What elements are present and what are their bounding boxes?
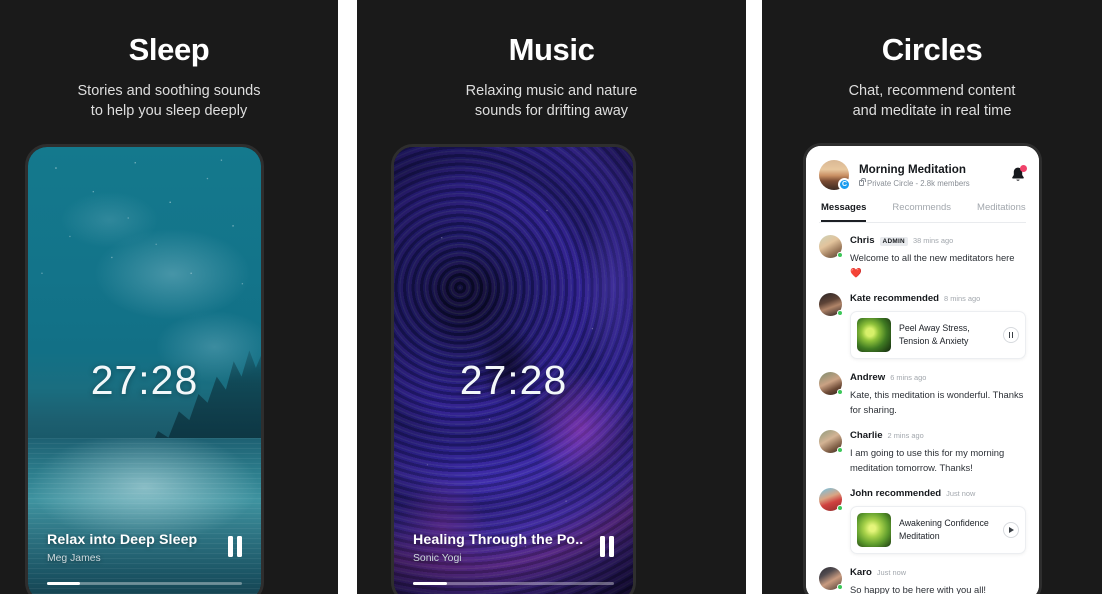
pause-icon[interactable] [228,535,242,557]
message-list[interactable]: Chris ADMIN 38 mins ago Welcome to all t… [806,223,1039,594]
progress-fill [413,581,448,585]
heart-icon: ❤️ [850,267,862,278]
panel-subtitle-sleep: Stories and soothing sounds to help you … [0,81,338,121]
tab-messages[interactable]: Messages [821,202,867,222]
list-item: John recommended Just now Awakening Conf… [819,488,1026,554]
list-item: Karo Just now So happy to be here with y… [819,567,1026,594]
phone-mockup-circles: C Morning Meditation Private Circle - 2.… [803,143,1042,594]
message-timestamp: 38 mins ago [912,236,954,245]
panel-title-circles: Circles [881,32,983,67]
avatar[interactable] [819,488,843,511]
circle-meta-text: Private Circle - 2.8k members [867,178,970,188]
lock-icon [859,178,866,186]
session-timer-music: 27:28 [459,357,568,403]
message-author: Karo [850,567,872,578]
message-author: Andrew [850,372,886,383]
panel-title-music: Music [508,32,595,67]
panel-sleep: Sleep Stories and soothing sounds to hel… [0,0,338,594]
panel-subtitle-circles: Chat, recommend content and meditate in … [762,81,1102,121]
pause-icon[interactable] [600,535,614,557]
message-text: So happy to be here with you all! [850,584,987,594]
message-timestamp: 8 mins ago [944,294,981,303]
recommendation-card[interactable]: Peel Away Stress, Tension & Anxiety [850,311,1026,359]
panel-divider-1 [338,0,357,594]
player-bar-sleep: Relax into Deep Sleep Meg James [28,532,261,594]
notification-dot [1020,165,1027,172]
subtitle-line-1: Stories and soothing sounds [77,83,261,99]
panel-title-sleep: Sleep [128,32,210,67]
meditation-title: Awakening Confidence Meditation [899,518,989,541]
track-title-music: Healing Through the Po.. [413,531,584,548]
list-item: Andrew 6 mins ago Kate, this meditation … [819,372,1026,417]
circle-tabs: Messages Recommends Meditations [819,202,1026,223]
online-indicator [837,447,843,453]
meditation-title: Peel Away Stress, Tension & Anxiety [899,323,970,346]
subtitle-line-1: Relaxing music and nature [465,83,638,99]
subtitle-line-2: to help you sleep deeply [90,103,248,119]
online-indicator [837,584,843,590]
message-timestamp: Just now [876,568,907,577]
message-text: Welcome to all the new meditators here ❤… [850,250,1026,280]
panel-subtitle-music: Relaxing music and nature sounds for dri… [357,81,746,121]
progress-bar-sleep[interactable] [47,581,242,585]
progress-bar-music[interactable] [413,581,614,585]
phone-mockup-sleep: 27:28 Relax into Deep Sleep Meg James [25,144,264,594]
list-item: Chris ADMIN 38 mins ago Welcome to all t… [819,235,1026,280]
status-badge: ADMIN [879,237,908,246]
message-text: I am going to use this for my morning me… [850,447,1005,473]
phone-screen-music: 27:28 Healing Through the Po.. Sonic Yog… [394,147,633,594]
player-bar-music: Healing Through the Po.. Sonic Yogi [394,532,633,594]
meditation-thumbnail [857,513,891,547]
message-timestamp: Just now [946,489,976,498]
subtitle-line-2: sounds for drifting away [474,103,629,119]
circles-app-screen: C Morning Meditation Private Circle - 2.… [806,146,1039,594]
panel-circles: Circles Chat, recommend content and medi… [762,0,1102,594]
track-artist-sleep: Meg James [47,552,101,564]
circle-name: Morning Meditation [859,162,966,176]
online-indicator [837,252,843,258]
meditation-thumbnail [857,318,891,352]
panel-divider-2 [746,0,762,594]
online-indicator [837,505,843,511]
subtitle-line-1: Chat, recommend content [848,83,1016,99]
avatar[interactable] [819,430,843,453]
avatar[interactable] [819,567,843,590]
panel-music: Music Relaxing music and nature sounds f… [357,0,746,594]
tab-meditations[interactable]: Meditations [977,202,1026,222]
message-timestamp: 2 mins ago [887,431,924,440]
avatar[interactable] [819,235,843,258]
online-indicator [837,310,843,316]
app-store-screenshot-strip: Sleep Stories and soothing sounds to hel… [0,0,1102,594]
list-item: Charlie 2 mins ago I am going to use thi… [819,430,1026,475]
avatar[interactable] [819,293,843,316]
avatar[interactable] [819,372,843,395]
phone-screen-sleep: 27:28 Relax into Deep Sleep Meg James [28,147,261,594]
message-timestamp: 6 mins ago [890,373,927,382]
subtitle-line-2: and meditate in real time [852,103,1012,119]
circle-header: C Morning Meditation Private Circle - 2.… [806,146,1039,223]
message-author: John recommended [850,488,942,499]
recommendation-card[interactable]: Awakening Confidence Meditation [850,506,1026,554]
circle-badge: C [838,178,851,191]
message-author: Kate recommended [850,293,940,304]
tab-recommends[interactable]: Recommends [892,202,951,222]
progress-fill [47,581,81,585]
message-author: Charlie [850,430,883,441]
circle-meta: Private Circle - 2.8k members [859,178,1010,188]
message-text: Kate, this meditation is wonderful. Than… [850,389,1024,415]
message-body: Welcome to all the new meditators here [850,252,1015,263]
session-timer-sleep: 27:28 [90,357,199,403]
online-indicator [837,389,843,395]
list-item: Kate recommended 8 mins ago Peel Away St… [819,293,1026,359]
avatar[interactable]: C [819,160,851,191]
track-artist-music: Sonic Yogi [413,552,462,564]
bell-icon[interactable] [1010,165,1027,184]
phone-mockup-music: 27:28 Healing Through the Po.. Sonic Yog… [391,144,636,594]
message-author: Chris [850,235,875,246]
play-icon[interactable] [1003,522,1019,538]
pause-icon[interactable] [1003,327,1019,343]
track-title-sleep: Relax into Deep Sleep [47,531,198,548]
